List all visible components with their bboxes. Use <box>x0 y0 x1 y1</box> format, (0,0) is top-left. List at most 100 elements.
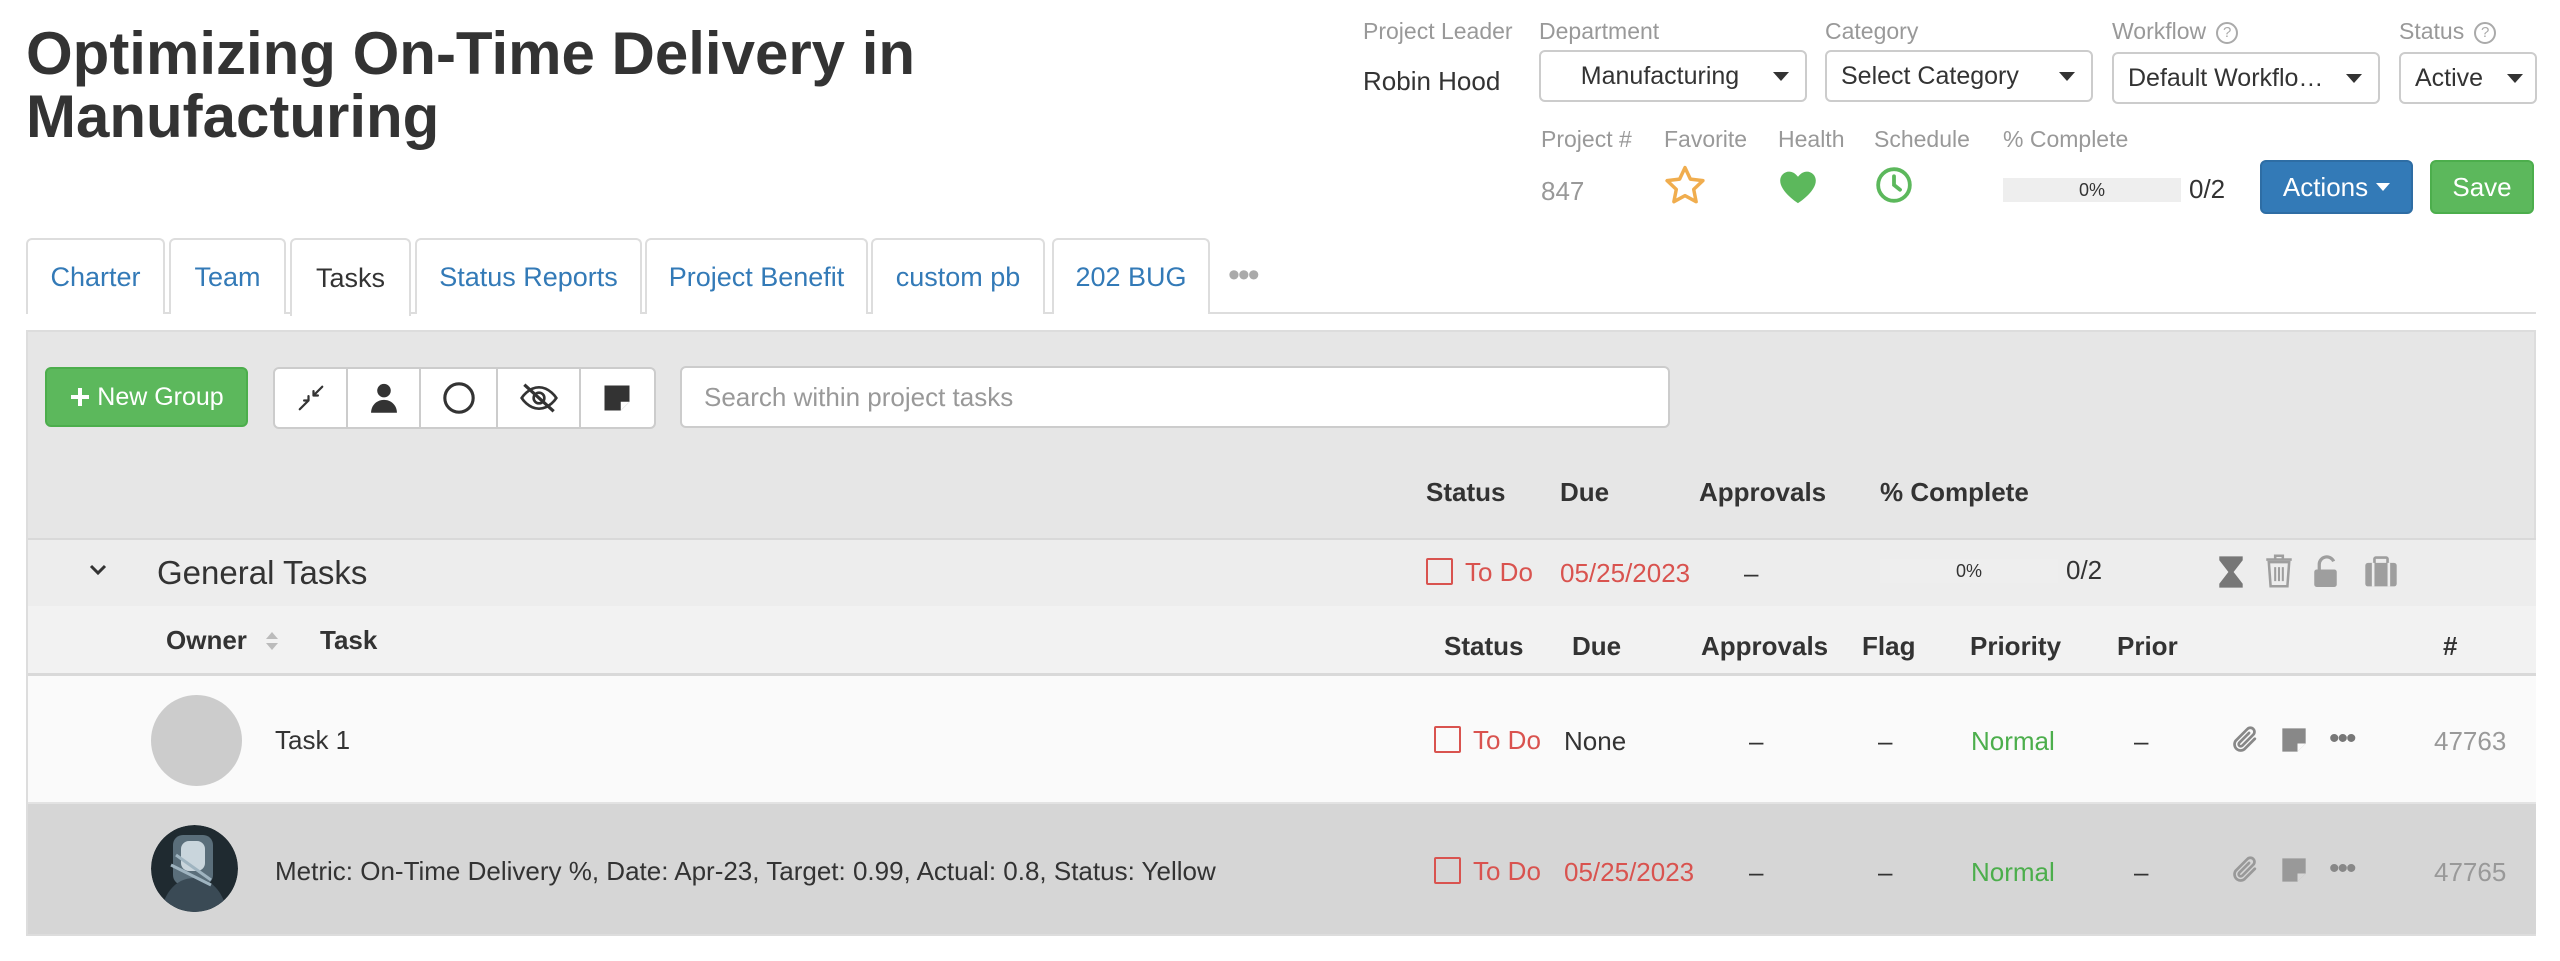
task-search-input[interactable]: Search within project tasks <box>680 366 1670 428</box>
col-flag[interactable]: Flag <box>1862 631 1915 662</box>
task-status-text: To Do <box>1473 856 1541 886</box>
task-name[interactable]: Metric: On-Time Delivery %, Date: Apr-23… <box>275 856 1216 887</box>
favorite-label: Favorite <box>1664 126 1748 152</box>
tab-charter[interactable]: Charter <box>26 238 165 314</box>
tab-202-bug[interactable]: 202 BUG <box>1052 238 1210 314</box>
tab-label: Tasks <box>315 262 386 293</box>
hourglass-icon[interactable] <box>2218 555 2244 589</box>
user-icon <box>370 383 397 413</box>
more-options-icon[interactable]: ••• <box>2329 852 2356 886</box>
task-priority[interactable]: Normal <box>1971 726 2055 757</box>
project-leader-value[interactable]: Robin Hood <box>1363 66 1500 97</box>
note-icon[interactable] <box>2280 856 2308 884</box>
task-approvals: – <box>1749 857 1764 887</box>
tab-custom-pb[interactable]: custom pb <box>871 238 1045 314</box>
plus-icon <box>71 388 90 406</box>
help-icon[interactable]: ? <box>2474 22 2497 44</box>
group-col-status: Status <box>1426 477 1506 507</box>
task-name[interactable]: Task 1 <box>275 725 350 756</box>
collapse-icon <box>298 385 323 411</box>
group-progress-count: 0/2 <box>2066 555 2103 585</box>
tab-team[interactable]: Team <box>169 238 286 314</box>
chevron-down-icon[interactable] <box>88 563 108 577</box>
group-col-complete: % Complete <box>1880 477 2029 507</box>
tab-label: Team <box>194 261 261 292</box>
task-flag[interactable]: – <box>1878 857 1892 888</box>
task-group-row[interactable] <box>28 538 2536 606</box>
clock-icon[interactable] <box>1875 166 1913 204</box>
notes-button[interactable] <box>581 369 654 427</box>
avatar[interactable] <box>151 825 238 912</box>
clipboard-icon[interactable] <box>2364 556 2398 588</box>
help-icon[interactable]: ? <box>2216 22 2239 44</box>
heart-icon[interactable] <box>1778 170 1818 204</box>
task-due[interactable]: 05/25/2023 <box>1564 857 1694 888</box>
project-progress-bar: 0% <box>2003 178 2181 202</box>
tab-label: Project Benefit <box>668 261 845 292</box>
task-priority[interactable]: Normal <box>1971 857 2055 888</box>
tab-label: custom pb <box>895 261 1021 292</box>
avatar[interactable] <box>151 695 242 786</box>
tab-status-reports[interactable]: Status Reports <box>415 238 642 314</box>
group-due[interactable]: 05/25/2023 <box>1560 558 1690 589</box>
status-label: Status? <box>2399 18 2497 45</box>
project-progress-text: 0% <box>2078 180 2105 200</box>
department-value: Manufacturing <box>1580 61 1740 90</box>
status-select[interactable]: Active <box>2399 52 2537 104</box>
tab-label: Status Reports <box>439 261 618 292</box>
save-button[interactable]: Save <box>2430 160 2534 214</box>
eye-slash-icon <box>519 383 558 413</box>
note-icon[interactable] <box>2280 726 2308 754</box>
paperclip-icon[interactable] <box>2230 724 2260 756</box>
task-status-text: To Do <box>1473 725 1541 755</box>
tab-tasks[interactable]: Tasks <box>290 238 411 316</box>
col-prior[interactable]: Prior <box>2117 631 2178 662</box>
circle-icon <box>442 382 475 414</box>
category-value: Select Category <box>1841 61 2019 90</box>
more-tabs-icon[interactable]: ••• <box>1228 256 1260 295</box>
task-status[interactable]: To Do <box>1434 856 1541 887</box>
project-number-value: 847 <box>1541 176 1585 206</box>
col-status[interactable]: Status <box>1444 631 1523 662</box>
unlock-icon[interactable] <box>2313 555 2343 589</box>
category-select[interactable]: Select Category <box>1825 50 2093 102</box>
project-progress-count: 0/2 <box>2189 174 2226 204</box>
incomplete-filter-button[interactable] <box>421 369 499 427</box>
status-label-text: Status <box>2399 18 2465 44</box>
collapse-button[interactable] <box>275 369 349 427</box>
col-due[interactable]: Due <box>1572 631 1621 662</box>
group-name[interactable]: General Tasks <box>157 554 367 592</box>
paperclip-icon[interactable] <box>2230 854 2260 886</box>
group-progress-bar: 0% <box>1880 559 2058 583</box>
col-approvals[interactable]: Approvals <box>1701 631 1828 662</box>
hide-completed-button[interactable] <box>498 369 581 427</box>
task-number: 47765 <box>2434 857 2507 887</box>
department-select[interactable]: Manufacturing <box>1539 50 1807 102</box>
col-task[interactable]: Task <box>320 625 377 656</box>
department-label: Department <box>1539 18 1660 44</box>
table-row[interactable] <box>28 676 2536 804</box>
schedule-label: Schedule <box>1874 126 1970 152</box>
more-options-icon[interactable]: ••• <box>2329 722 2356 756</box>
actions-button[interactable]: Actions <box>2260 160 2413 214</box>
status-value: Active <box>2415 63 2484 92</box>
trash-icon[interactable] <box>2265 554 2293 588</box>
task-due[interactable]: None <box>1564 726 1626 757</box>
workflow-select[interactable]: Default Workflo… <box>2112 52 2380 104</box>
col-owner[interactable]: Owner <box>166 625 280 656</box>
col-owner-label: Owner <box>166 625 247 655</box>
new-group-button[interactable]: New Group <box>45 367 248 427</box>
task-flag[interactable]: – <box>1878 726 1892 757</box>
col-number[interactable]: # <box>2443 631 2457 662</box>
task-view-toolbar <box>273 367 656 429</box>
tab-project-benefit[interactable]: Project Benefit <box>645 238 868 314</box>
my-tasks-button[interactable] <box>348 369 422 427</box>
star-icon[interactable] <box>1664 165 1706 205</box>
group-status[interactable]: To Do <box>1426 557 1533 588</box>
group-col-approvals: Approvals <box>1699 477 1827 507</box>
tab-label: Charter <box>50 261 141 292</box>
group-progress-text: 0% <box>1955 561 1982 581</box>
chevron-down-icon <box>2376 183 2391 191</box>
col-priority[interactable]: Priority <box>1970 631 2061 662</box>
task-status[interactable]: To Do <box>1434 725 1541 756</box>
